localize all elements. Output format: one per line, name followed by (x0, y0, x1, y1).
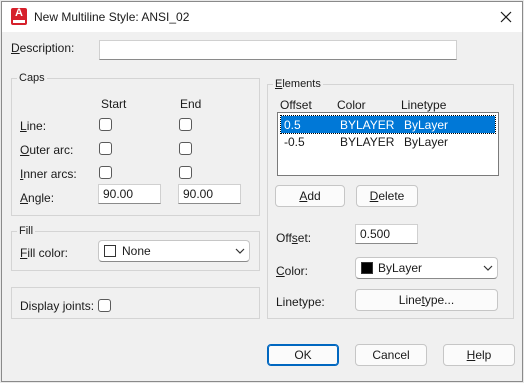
chevron-down-icon (483, 265, 493, 271)
element-linetype: ByLayer (404, 118, 449, 132)
list-item[interactable]: 0.5 BYLAYER ByLayer (280, 115, 496, 134)
element-color: BYLAYER (340, 135, 395, 149)
offset-label: Offset: (276, 231, 312, 245)
elements-header-color: Color (337, 98, 366, 112)
linetype-button[interactable]: Linetype... (355, 289, 498, 311)
line-label: Line: (20, 119, 47, 133)
window-title: New Multiline Style: ANSI_02 (34, 10, 190, 24)
outer-arc-label: Outer arc: (20, 143, 74, 157)
autocad-icon: A (11, 8, 27, 25)
caps-title: Caps (17, 72, 47, 84)
line-end-checkbox[interactable] (179, 118, 192, 131)
offset-input[interactable] (355, 224, 418, 244)
elements-title: Elements (273, 78, 323, 90)
chevron-down-icon (235, 248, 245, 254)
inner-arcs-end-checkbox[interactable] (179, 166, 192, 179)
line-start-checkbox[interactable] (99, 118, 112, 131)
help-button[interactable]: Help (443, 344, 515, 366)
element-offset: 0.5 (284, 118, 301, 132)
fill-color-dropdown[interactable]: None (98, 240, 250, 262)
element-linetype: ByLayer (404, 135, 449, 149)
elements-header-linetype: Linetype (401, 98, 447, 112)
display-joints-checkbox[interactable] (98, 299, 111, 312)
close-icon (500, 11, 512, 23)
linetype-label: Linetype: (276, 295, 325, 309)
fill-color-swatch (104, 245, 116, 257)
element-offset: -0.5 (284, 135, 305, 149)
description-input[interactable] (99, 40, 457, 60)
close-button[interactable] (492, 4, 520, 30)
outer-arc-end-checkbox[interactable] (179, 142, 192, 155)
caps-start-header: Start (101, 97, 127, 111)
inner-arcs-start-checkbox[interactable] (99, 166, 112, 179)
element-color: BYLAYER (340, 118, 395, 132)
title-bar: A New Multiline Style: ANSI_02 (2, 2, 522, 32)
list-item[interactable]: -0.5 BYLAYER ByLayer (281, 133, 495, 150)
fill-title: Fill (17, 225, 36, 237)
cancel-button[interactable]: Cancel (355, 344, 427, 366)
description-label-rest: escription: (19, 41, 75, 55)
delete-button[interactable]: Delete (356, 185, 418, 207)
ok-button[interactable]: OK (267, 344, 339, 366)
angle-label: Angle: (20, 191, 55, 205)
angle-start-input[interactable] (98, 184, 161, 204)
caps-end-header: End (180, 97, 202, 111)
elements-list[interactable]: 0.5 BYLAYER ByLayer -0.5 BYLAYER ByLayer (277, 112, 499, 176)
color-value: ByLayer (378, 261, 423, 275)
angle-end-input[interactable] (178, 184, 241, 204)
color-label: Color: (276, 264, 309, 278)
color-dropdown[interactable]: ByLayer (355, 257, 498, 279)
multiline-style-dialog: A New Multiline Style: ANSI_02 Descripti… (1, 1, 523, 382)
inner-arcs-label: Inner arcs: (20, 167, 77, 181)
color-swatch (361, 262, 373, 274)
elements-header-offset: Offset (280, 98, 312, 112)
add-button[interactable]: Add (275, 185, 345, 207)
display-joints-label: Display joints: (20, 299, 95, 313)
outer-arc-start-checkbox[interactable] (99, 142, 112, 155)
fill-color-value: None (122, 244, 151, 258)
description-label: Description: (11, 41, 75, 55)
fill-color-label: Fill color: (20, 246, 69, 260)
